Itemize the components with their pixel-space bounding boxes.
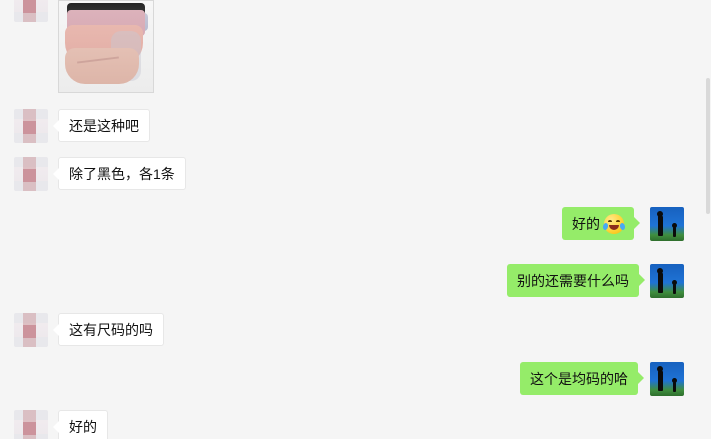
- outgoing-message-bubble[interactable]: 好的: [562, 207, 640, 240]
- chat-scrollbar[interactable]: [706, 78, 710, 214]
- message-text: 好的: [69, 418, 97, 435]
- outgoing-message-bubble[interactable]: 别的还需要什么吗: [507, 264, 645, 297]
- incoming-message-bubble[interactable]: 这有尺码的吗: [53, 313, 164, 346]
- chat-message-list[interactable]: 还是这种吧 除了黑色，各1条 好的 别的还需要什么吗 这有尺码的吗 这个是均码的…: [0, 0, 711, 439]
- incoming-message-bubble[interactable]: 除了黑色，各1条: [53, 157, 186, 190]
- self-avatar[interactable]: [650, 207, 684, 241]
- message-text: 还是这种吧: [69, 117, 139, 134]
- contact-avatar[interactable]: [14, 0, 48, 22]
- contact-avatar[interactable]: [14, 157, 48, 191]
- self-avatar[interactable]: [650, 264, 684, 298]
- incoming-message-bubble[interactable]: 还是这种吧: [53, 109, 150, 142]
- self-avatar[interactable]: [650, 362, 684, 396]
- product-image-message[interactable]: [58, 0, 154, 93]
- incoming-message-bubble[interactable]: 好的: [53, 410, 108, 439]
- contact-avatar[interactable]: [14, 109, 48, 143]
- contact-avatar[interactable]: [14, 313, 48, 347]
- laughing-tears-emoji-icon: [602, 213, 626, 234]
- message-text: 好的: [572, 215, 600, 232]
- message-text: 这有尺码的吗: [69, 321, 153, 338]
- message-text: 除了黑色，各1条: [69, 165, 175, 182]
- contact-avatar[interactable]: [14, 410, 48, 439]
- message-text: 别的还需要什么吗: [517, 272, 629, 289]
- outgoing-message-bubble[interactable]: 这个是均码的哈: [520, 362, 644, 395]
- message-text: 这个是均码的哈: [530, 370, 628, 387]
